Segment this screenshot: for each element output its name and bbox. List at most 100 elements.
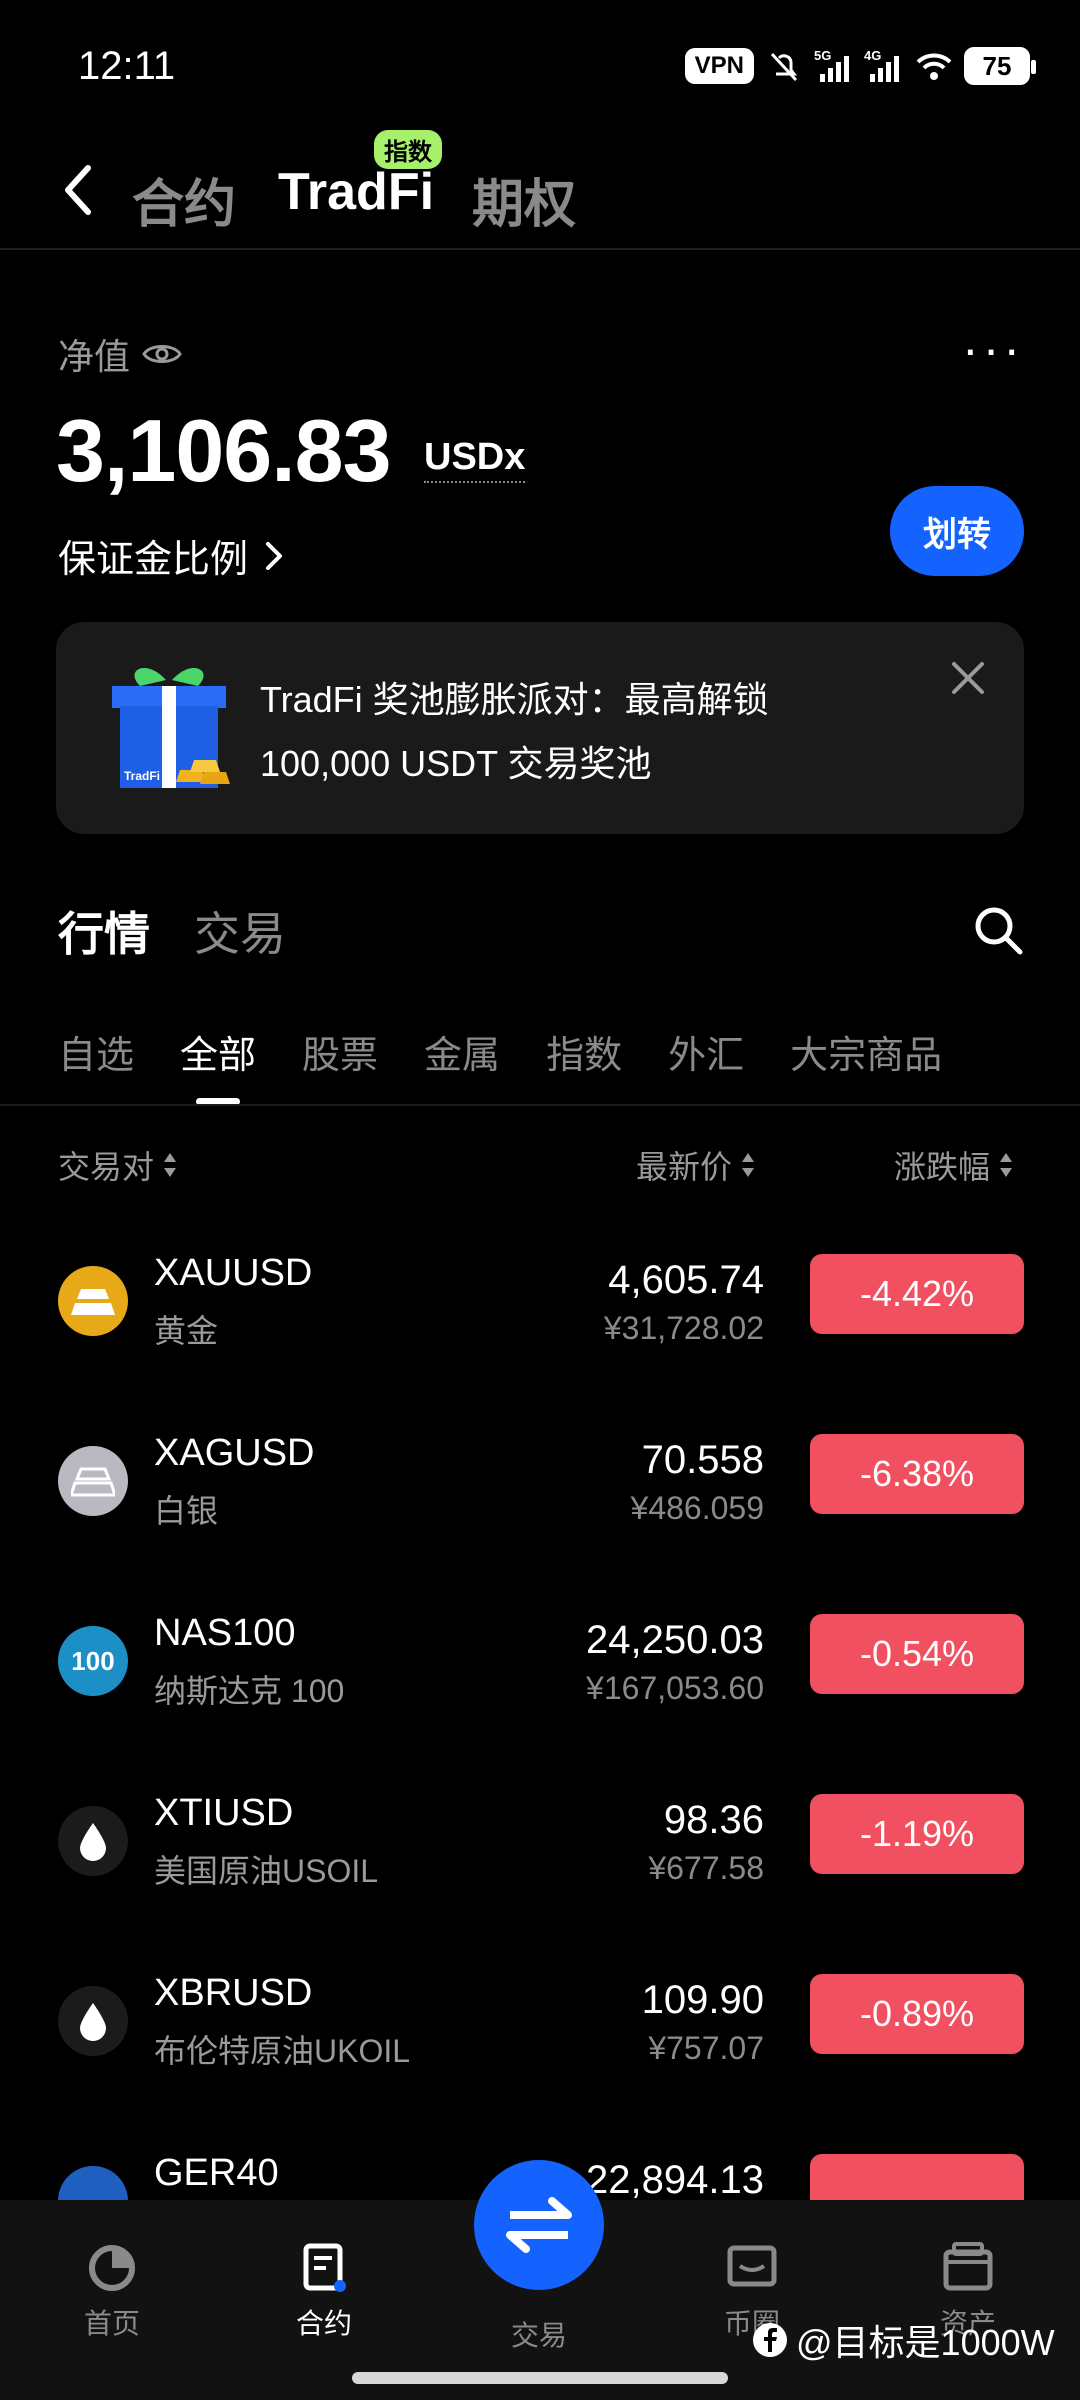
table-row[interactable]: XTIUSD 美国原油USOIL 98.36 ¥677.58 -1.19%	[0, 1770, 1080, 1950]
chevron-right-icon	[266, 541, 283, 570]
tab-contract[interactable]: 合约	[132, 162, 236, 237]
sort-icon	[1000, 1153, 1013, 1177]
signal-5g-icon: 5G	[814, 48, 849, 82]
gold-icon	[58, 1266, 128, 1336]
battery-indicator: 75	[964, 47, 1036, 85]
net-value: 3,106.83	[56, 401, 392, 500]
svg-text:TradFi: TradFi	[124, 769, 160, 783]
back-arrow-icon[interactable]	[58, 160, 98, 220]
last-price: 98.36	[663, 1798, 764, 1842]
banner-text: TradFi 奖池膨胀派对：最高解锁 100,000 USDT 交易奖池	[260, 668, 769, 796]
status-bar: 12:11 VPN 5G 4G 75	[0, 0, 1080, 130]
contract-icon	[303, 2243, 346, 2292]
cny-price: ¥167,053.60	[586, 1670, 764, 1706]
cat-forex[interactable]: 外汇	[668, 1024, 744, 1079]
cat-all[interactable]: 全部	[180, 1024, 256, 1079]
sort-icon	[742, 1153, 755, 1177]
home-indicator[interactable]	[352, 2372, 728, 2384]
watermark-text: @目标是1000W	[796, 2322, 1055, 2363]
sort-icon	[164, 1153, 177, 1177]
signal-4g-icon: 4G	[864, 48, 899, 82]
symbol: XAGUSD	[154, 1432, 315, 1474]
change-badge: -1.19%	[810, 1794, 1024, 1874]
nav-contract[interactable]: 合约	[254, 2240, 394, 2342]
eye-icon[interactable]	[142, 340, 182, 368]
cat-metals[interactable]: 金属	[424, 1024, 500, 1079]
change-badge: -4.42%	[810, 1254, 1024, 1334]
wallet-icon	[943, 2242, 993, 2291]
cny-price: ¥486.059	[630, 1490, 764, 1526]
instrument-name: 布伦特原油UKOIL	[154, 2033, 411, 2069]
promo-banner[interactable]: TradFi TradFi 奖池膨胀派对：最高解锁 100,000 USDT 交…	[56, 622, 1024, 834]
col-change-label: 涨跌幅	[894, 1149, 991, 1185]
facebook-icon	[753, 2323, 787, 2357]
net-value-label: 净值	[58, 328, 182, 380]
status-time: 12:11	[78, 44, 176, 88]
col-price-label: 最新价	[636, 1149, 733, 1185]
nav-home-label: 首页	[83, 2308, 140, 2339]
col-pair-header[interactable]: 交易对	[58, 1142, 178, 1188]
nav-trade-label: 交易	[510, 2320, 567, 2351]
cny-price: ¥757.07	[648, 2030, 764, 2066]
change-badge: -0.54%	[810, 1614, 1024, 1694]
cny-price: ¥31,728.02	[603, 1310, 764, 1346]
cny-price: ¥677.58	[648, 1850, 764, 1886]
last-price: 22,894.13	[586, 2158, 764, 2200]
table-row[interactable]: XAGUSD 白银 70.558 ¥486.059 -6.38%	[0, 1410, 1080, 1590]
banner-line-2: 100,000 USDT 交易奖池	[260, 743, 652, 784]
top-header: 合约 TradFi 指数 期权	[0, 130, 1080, 250]
transfer-button[interactable]: 划转	[890, 486, 1024, 576]
col-change-header[interactable]: 涨跌幅	[894, 1142, 1014, 1188]
banner-line-1: TradFi 奖池膨胀派对：最高解锁	[260, 679, 769, 720]
net-value-unit[interactable]: USDx	[424, 436, 526, 483]
more-icon[interactable]: ···	[962, 320, 1024, 378]
cat-commodities[interactable]: 大宗商品	[790, 1024, 942, 1079]
symbol: XAUUSD	[154, 1252, 313, 1294]
last-price: 24,250.03	[586, 1618, 764, 1662]
gift-box-icon: TradFi	[112, 667, 230, 788]
wifi-icon	[916, 53, 952, 80]
table-row[interactable]: 100 NAS100 纳斯达克 100 24,250.03 ¥167,053.6…	[0, 1590, 1080, 1770]
table-row[interactable]: XAUUSD 黄金 4,605.74 ¥31,728.02 -4.42%	[0, 1230, 1080, 1410]
swap-icon	[506, 2197, 572, 2253]
change-badge: -0.89%	[810, 1974, 1024, 2054]
net-value-label-text: 净值	[58, 336, 131, 377]
last-price: 70.558	[641, 1438, 764, 1482]
cat-stocks[interactable]: 股票	[302, 1024, 378, 1079]
col-price-header[interactable]: 最新价	[636, 1142, 756, 1188]
search-icon[interactable]	[972, 904, 1024, 956]
margin-ratio-label: 保证金比例	[58, 539, 249, 581]
tab-options[interactable]: 期权	[472, 162, 576, 237]
home-icon	[89, 2245, 135, 2291]
tab-tradfi[interactable]: TradFi	[278, 162, 434, 222]
instrument-name: 纳斯达克 100	[154, 1673, 345, 1709]
cat-indices[interactable]: 指数	[546, 1024, 622, 1079]
instrument-name: 黄金	[154, 1313, 219, 1349]
symbol: XTIUSD	[154, 1792, 294, 1834]
margin-ratio-link[interactable]: 保证金比例	[58, 528, 284, 583]
status-icons: VPN 5G 4G 75	[684, 46, 1036, 86]
nav-home[interactable]: 首页	[42, 2240, 182, 2342]
trade-fab-button[interactable]	[474, 2160, 604, 2290]
last-price: 4,605.74	[608, 1258, 764, 1302]
change-badge	[810, 2154, 1024, 2200]
silver-icon	[58, 1446, 128, 1516]
instrument-name: 白银	[154, 1493, 219, 1529]
symbol: XBRUSD	[154, 1972, 313, 2014]
oil-drop-icon	[58, 1806, 128, 1876]
cat-favorites[interactable]: 自选	[58, 1024, 134, 1079]
nav-contract-label: 合约	[295, 2308, 352, 2339]
oil-drop-icon	[58, 1986, 128, 2056]
nasdaq-icon: 100	[58, 1626, 128, 1696]
tab-market[interactable]: 行情	[58, 898, 150, 964]
divider	[0, 1104, 1080, 1106]
vpn-badge: VPN	[684, 48, 754, 84]
symbol: GER40	[154, 2152, 279, 2194]
change-badge: -6.38%	[810, 1434, 1024, 1514]
close-icon[interactable]	[948, 658, 988, 698]
chat-icon	[727, 2245, 777, 2287]
tab-trade[interactable]: 交易	[194, 898, 286, 964]
table-row[interactable]: XBRUSD 布伦特原油UKOIL 109.90 ¥757.07 -0.89%	[0, 1950, 1080, 2130]
watermark: @目标是1000W	[752, 2314, 1055, 2366]
mute-bell-icon	[770, 52, 798, 82]
